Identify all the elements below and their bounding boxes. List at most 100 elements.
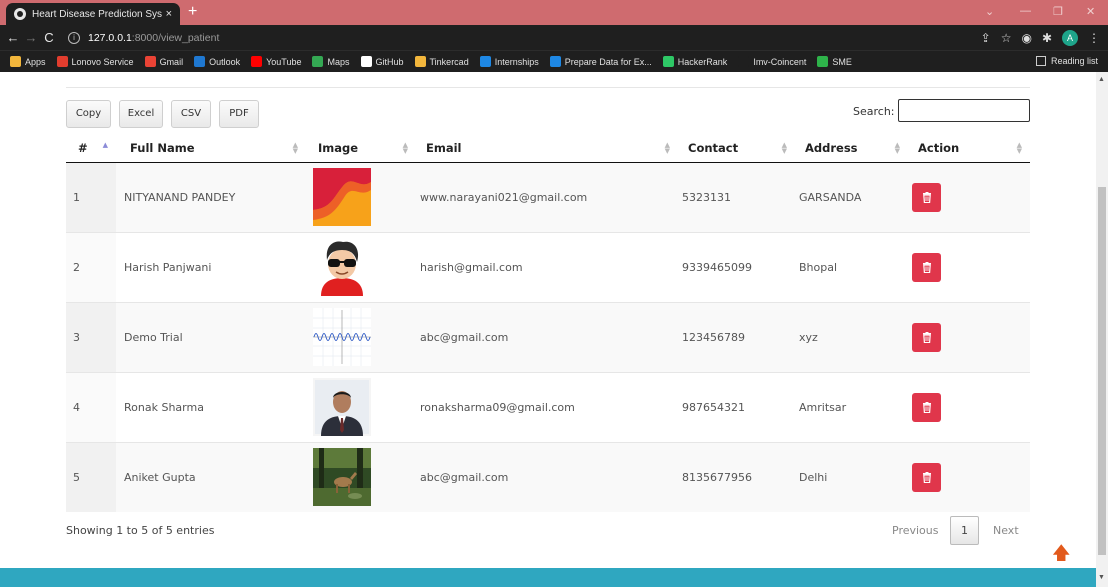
search-input[interactable]: [898, 99, 1030, 122]
column-header-address[interactable]: Address ▲ ▼: [795, 134, 908, 163]
column-header-contact[interactable]: Contact ▲ ▼: [678, 134, 795, 163]
profile-avatar[interactable]: A: [1062, 30, 1078, 46]
bookmark-item[interactable]: GitHub: [360, 56, 404, 67]
column-header-action[interactable]: Action ▲ ▼: [908, 134, 1030, 163]
column-header-name[interactable]: Full Name ▲ ▼: [116, 134, 306, 163]
bookmark-item[interactable]: Maps: [312, 56, 350, 67]
bookmark-label: Lonovo Service: [71, 56, 134, 67]
delete-button[interactable]: [912, 182, 941, 212]
cell-image: [306, 371, 416, 442]
bookmark-icon: [194, 56, 206, 67]
cell-contact: 9339465099: [678, 231, 795, 302]
table-row: 1 NITYANAND PANDEY www.narayani021@gmail.c…: [66, 161, 1030, 232]
bookmark-icon: [10, 56, 21, 67]
column-header-image[interactable]: Image ▲ ▼: [306, 134, 416, 163]
column-header-index[interactable]: # ▲: [66, 134, 116, 163]
site-info-icon[interactable]: i: [68, 31, 80, 44]
scrollbar-thumb[interactable]: [1098, 187, 1106, 555]
bookmark-item[interactable]: Internships: [479, 56, 539, 67]
cell-contact: 8135677956: [678, 441, 795, 512]
bookmark-item[interactable]: Lonovo Service: [56, 56, 134, 67]
bookmark-icon: [662, 56, 674, 67]
csv-button[interactable]: CSV: [171, 100, 211, 128]
column-header-email[interactable]: Email ▲ ▼: [416, 134, 678, 163]
cell-full-name: Harish Panjwani: [116, 231, 306, 302]
copy-button[interactable]: Copy: [66, 100, 111, 128]
delete-button[interactable]: [912, 322, 941, 352]
delete-button[interactable]: [912, 392, 941, 422]
scroll-to-top-icon[interactable]: 🡅: [1052, 544, 1071, 562]
sort-icon: ▲ ▼: [1016, 141, 1022, 155]
url-field[interactable]: i 127.0.0.1 :8000/view_patient: [68, 31, 220, 44]
bookmark-item[interactable]: HackerRank: [662, 56, 727, 67]
delete-button[interactable]: [912, 462, 941, 492]
page-1-button[interactable]: 1: [950, 516, 979, 545]
table-info: Showing 1 to 5 of 5 entries: [66, 524, 215, 537]
cell-contact: 123456789: [678, 301, 795, 372]
cell-full-name: Ronak Sharma: [116, 371, 306, 442]
bookmark-item[interactable]: Imv-Coincent: [738, 56, 806, 67]
cell-image: [306, 301, 416, 372]
back-icon[interactable]: ←: [4, 30, 22, 45]
tab-title: Heart Disease Prediction System: [32, 8, 162, 20]
bookmark-item[interactable]: Gmail: [144, 56, 184, 67]
cell-action: [908, 161, 1030, 232]
forward-icon[interactable]: →: [22, 30, 40, 45]
menu-icon[interactable]: ⋮: [1088, 31, 1100, 45]
previous-page-button[interactable]: Previous: [892, 524, 939, 537]
reading-list-label: Reading list: [1050, 56, 1098, 66]
cell-email: ronaksharma09@gmail.com: [416, 371, 678, 442]
sort-icon: ▲ ▼: [664, 141, 670, 155]
scrollbar[interactable]: ▲ ▼: [1096, 72, 1108, 587]
tab-close-icon[interactable]: ×: [166, 8, 172, 20]
url-path: :8000/view_patient: [131, 31, 220, 44]
bookmark-item[interactable]: Prepare Data for Ex...: [549, 56, 652, 67]
maximize-icon[interactable]: ❐: [1053, 5, 1063, 18]
bookmark-icon: [817, 56, 829, 67]
star-icon[interactable]: ☆: [1001, 31, 1012, 45]
scroll-down-icon[interactable]: ▼: [1098, 574, 1105, 581]
puzzle-icon[interactable]: ✱: [1042, 31, 1052, 45]
bookmark-item[interactable]: YouTube: [251, 56, 301, 67]
cell-email: harish@gmail.com: [416, 231, 678, 302]
bookmark-item[interactable]: Apps: [10, 56, 46, 67]
minimize-icon[interactable]: —: [1020, 5, 1031, 17]
new-tab-button[interactable]: +: [188, 4, 197, 20]
sort-icon: ▲ ▼: [292, 141, 298, 155]
bookmark-item[interactable]: SME: [817, 56, 852, 67]
bookmark-label: Gmail: [159, 56, 184, 67]
bookmark-label: Maps: [327, 56, 350, 67]
reload-icon[interactable]: C: [40, 30, 58, 45]
bookmark-label: YouTube: [266, 56, 302, 67]
cell-full-name: Aniket Gupta: [116, 441, 306, 512]
cell-contact: 5323131: [678, 161, 795, 232]
extension-icon[interactable]: ◉: [1021, 31, 1031, 45]
bookmark-item[interactable]: Tinkercad: [414, 56, 469, 67]
trash-icon: [922, 401, 931, 413]
cell-address: Bhopal: [795, 231, 908, 302]
patient-image-cartoon-avatar-sunglasses: [313, 238, 371, 296]
bookmark-item[interactable]: Outlook: [194, 56, 240, 67]
reading-list-button[interactable]: Reading list: [1035, 56, 1098, 66]
browser-tab-strip: Heart Disease Prediction System × + ⌄ — …: [0, 0, 1108, 25]
trash-icon: [922, 331, 931, 343]
divider: [66, 87, 1030, 88]
chevron-down-icon[interactable]: ⌄: [985, 5, 994, 18]
browser-tab[interactable]: Heart Disease Prediction System ×: [6, 3, 180, 25]
bookmark-icon: [144, 56, 156, 67]
next-page-button[interactable]: Next: [993, 524, 1019, 537]
cell-action: [908, 231, 1030, 302]
pdf-button[interactable]: PDF: [219, 100, 259, 128]
cell-email: www.narayani021@gmail.com: [416, 161, 678, 232]
share-icon[interactable]: ⇪: [981, 31, 991, 45]
bookmark-icon: [360, 56, 372, 67]
excel-button[interactable]: Excel: [119, 100, 163, 128]
close-window-icon[interactable]: ✕: [1086, 5, 1095, 18]
delete-button[interactable]: [912, 252, 941, 282]
bookmark-label: Tinkercad: [429, 56, 469, 67]
patient-image-deer-in-forest-photo: [313, 448, 371, 507]
trash-icon: [922, 471, 931, 483]
patients-table: # ▲ Full Name ▲ ▼ Image ▲ ▼ Email ▲ ▼ Contact ▲ ▼…: [66, 134, 1030, 512]
page-content: Copy Excel CSV PDF Search: # ▲ Full Name ▲…: [0, 72, 1096, 587]
scroll-up-icon[interactable]: ▲: [1098, 76, 1105, 83]
